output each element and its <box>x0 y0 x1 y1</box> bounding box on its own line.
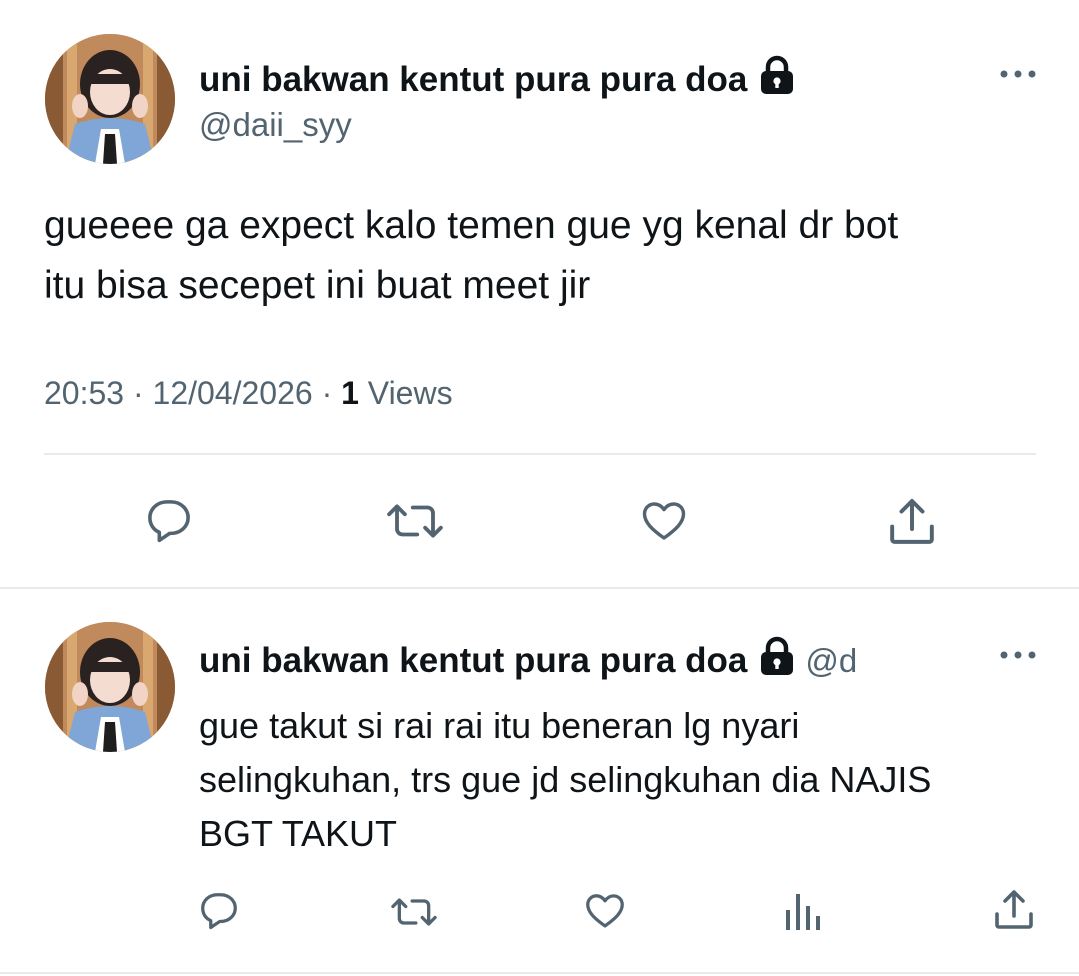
reply-button[interactable] <box>142 494 196 548</box>
like-button[interactable] <box>638 494 690 546</box>
share-button[interactable] <box>990 886 1038 934</box>
tweet-time[interactable]: 20:53 <box>44 375 124 411</box>
avatar[interactable] <box>45 34 175 164</box>
more-horizontal-icon[interactable] <box>998 66 1038 87</box>
share-icon <box>890 499 934 544</box>
tweet-text-line: gue takut si rai rai itu beneran lg nyar… <box>199 705 800 746</box>
lock-icon <box>759 636 795 685</box>
handle[interactable]: @daii_syy <box>199 106 352 144</box>
display-name-text[interactable]: uni bakwan kentut pura pura doa <box>199 641 747 681</box>
tweet-text: gueeee ga expect kalo temen gue yg kenal… <box>44 196 1034 316</box>
avatar[interactable] <box>45 622 175 752</box>
retweet-icon <box>391 898 437 926</box>
display-name-text[interactable]: uni bakwan kentut pura pura doa <box>199 60 747 100</box>
retweet-icon <box>387 504 443 538</box>
lock-icon <box>759 55 795 104</box>
tweet-text-line: gueeee ga expect kalo temen gue yg kenal… <box>44 204 899 247</box>
analytics-icon <box>786 894 820 930</box>
handle[interactable]: @d <box>805 642 857 680</box>
like-icon <box>586 894 624 928</box>
views-count[interactable]: 1 <box>341 375 359 411</box>
tweet-meta: 20:53 · 12/04/2026 · 1 Views <box>44 375 453 412</box>
like-button[interactable] <box>582 887 628 933</box>
tweet-text: gue takut si rai rai itu beneran lg nyar… <box>199 699 1049 861</box>
tweet-divider <box>0 587 1079 589</box>
retweet-button[interactable] <box>389 890 439 934</box>
retweet-button[interactable] <box>385 494 445 548</box>
reply-icon <box>201 893 237 930</box>
views-label[interactable]: Views <box>368 375 453 411</box>
tweet-text-line: BGT TAKUT <box>199 813 398 854</box>
reply-icon <box>148 500 190 543</box>
tweet-text-line: selingkuhan, trs gue jd selingkuhan dia … <box>199 759 932 800</box>
tweet-text-line: itu bisa secepet ini buat meet jir <box>44 264 591 307</box>
like-icon <box>642 502 686 540</box>
display-name[interactable]: uni bakwan kentut pura pura doa <box>199 55 795 104</box>
more-horizontal-icon[interactable] <box>998 647 1038 668</box>
analytics-button[interactable] <box>782 890 822 932</box>
meta-separator: · <box>132 375 144 411</box>
share-button[interactable] <box>884 494 940 550</box>
tweet-date[interactable]: 12/04/2026 <box>153 375 313 411</box>
tweet-divider <box>0 972 1079 974</box>
display-name[interactable]: uni bakwan kentut pura pura doa @d <box>199 636 857 685</box>
share-icon <box>995 890 1033 929</box>
reply-button[interactable] <box>196 888 242 934</box>
meta-separator: · <box>321 375 333 411</box>
divider <box>44 453 1036 455</box>
